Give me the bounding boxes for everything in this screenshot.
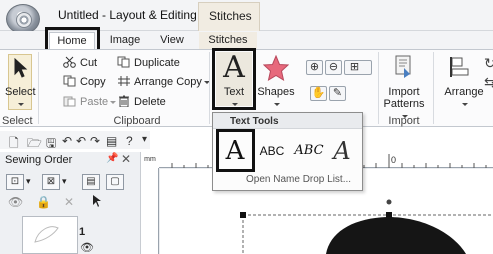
undo-icon[interactable]: ↶ — [76, 134, 86, 148]
open-name-drop-list-link[interactable]: Open Name Drop List... — [246, 174, 351, 185]
tab-stitches[interactable]: Stitches — [199, 32, 257, 49]
ruler-unit: mm — [141, 152, 159, 168]
scissors-icon — [63, 56, 76, 68]
select-label: Select — [5, 86, 36, 110]
duplicate-icon — [117, 56, 130, 68]
tab-image[interactable]: Image — [103, 32, 147, 49]
cut-button[interactable]: Cut — [63, 55, 97, 71]
sewing-view-button[interactable]: ⊡ — [6, 174, 24, 190]
tab-view[interactable]: View — [155, 32, 189, 49]
group-separator — [378, 52, 379, 124]
redo-curve-icon[interactable]: ↶ — [62, 134, 72, 148]
delete-button[interactable]: Delete — [117, 94, 166, 110]
select-arrow-icon[interactable] — [92, 194, 102, 211]
item-number: 1 — [79, 226, 86, 238]
duplicate-button[interactable]: Duplicate — [117, 55, 180, 71]
group-separator — [38, 52, 39, 124]
application-menu-button[interactable] — [6, 4, 40, 34]
hand-icon: ✋ — [311, 87, 326, 99]
sewing-order-title: Sewing Order — [5, 154, 73, 166]
text-a-icon: A — [223, 50, 245, 85]
monogram-tool-item[interactable]: ABC — [256, 136, 288, 166]
flip-icon[interactable]: ⇆ — [484, 74, 493, 91]
import-patterns-icon[interactable] — [393, 55, 415, 79]
dropdown-arrow-icon[interactable]: ▾ — [26, 176, 31, 187]
redo-icon[interactable]: ↷ — [90, 134, 100, 148]
close-icon[interactable]: ✕ — [121, 152, 131, 166]
arrange-label[interactable]: Arrange — [442, 86, 486, 110]
pin-icon[interactable]: 📌 — [106, 153, 118, 164]
zoom-out-icon: ⊖ — [328, 61, 339, 73]
text-tools-title: Text Tools — [230, 116, 279, 127]
import-group-label: Import — [388, 115, 420, 127]
shapes-label[interactable]: Shapes — [257, 86, 295, 110]
ruler-icon: ✎ — [332, 87, 343, 99]
rotate-icon[interactable]: ↻ — [484, 55, 493, 72]
customize-qat-icon[interactable]: ▾ — [142, 134, 147, 145]
selected-pattern[interactable] — [238, 198, 493, 254]
copy-icon — [63, 75, 76, 87]
window-title: Untitled - Layout & Editing — [58, 8, 197, 22]
clipboard-group-label: Clipboard — [113, 115, 161, 127]
select-group-label: Select — [2, 115, 33, 127]
ruler-zero-label: 0 — [391, 155, 397, 165]
text-tool-item[interactable]: A — [220, 136, 250, 166]
arrow-cursor-icon — [14, 58, 28, 78]
contextual-tab-header: Stitches — [198, 2, 260, 31]
tab-home[interactable]: Home — [49, 32, 95, 49]
contextual-tab-label: Stitches — [209, 9, 252, 23]
text-on-arc-tool-item[interactable]: ABC — [292, 136, 326, 166]
arrange-copy-button[interactable]: Arrange Copy — [117, 74, 210, 90]
arrange-copy-icon — [118, 76, 130, 86]
lock-icon[interactable]: 🔒 — [36, 195, 51, 209]
properties-icon[interactable]: ▤ — [106, 134, 117, 148]
zoom-in-icon: ⊕ — [309, 61, 320, 73]
item-visibility-icon[interactable]: 👁 — [80, 241, 94, 254]
text-label: Text — [216, 86, 252, 110]
vertical-ruler — [141, 168, 159, 254]
help-icon[interactable]: ? — [126, 134, 133, 148]
move-to-end-button[interactable]: ▢ — [106, 174, 124, 190]
decorative-text-tool-item[interactable]: A — [328, 136, 356, 166]
pattern-thumbnail-icon — [34, 226, 59, 243]
delete-icon[interactable]: ✕ — [64, 195, 74, 209]
move-to-front-button[interactable]: ▤ — [82, 174, 100, 190]
shapes-star-icon[interactable] — [263, 55, 289, 83]
zoom-fit-icon: ⊞ — [349, 61, 360, 73]
copy-button[interactable]: Copy — [63, 74, 106, 90]
arrange-icon[interactable] — [450, 56, 474, 78]
group-separator — [433, 52, 434, 124]
dropdown-arrow-icon[interactable]: ▾ — [62, 176, 67, 187]
cursor-icon — [93, 195, 101, 207]
paste-button[interactable]: Paste — [63, 94, 117, 110]
trash-icon — [119, 95, 129, 107]
paste-icon — [63, 96, 76, 107]
eye-icon[interactable]: 👁 — [8, 195, 23, 209]
group-separator — [209, 52, 210, 124]
color-order-button[interactable]: ⊠ — [42, 174, 60, 190]
